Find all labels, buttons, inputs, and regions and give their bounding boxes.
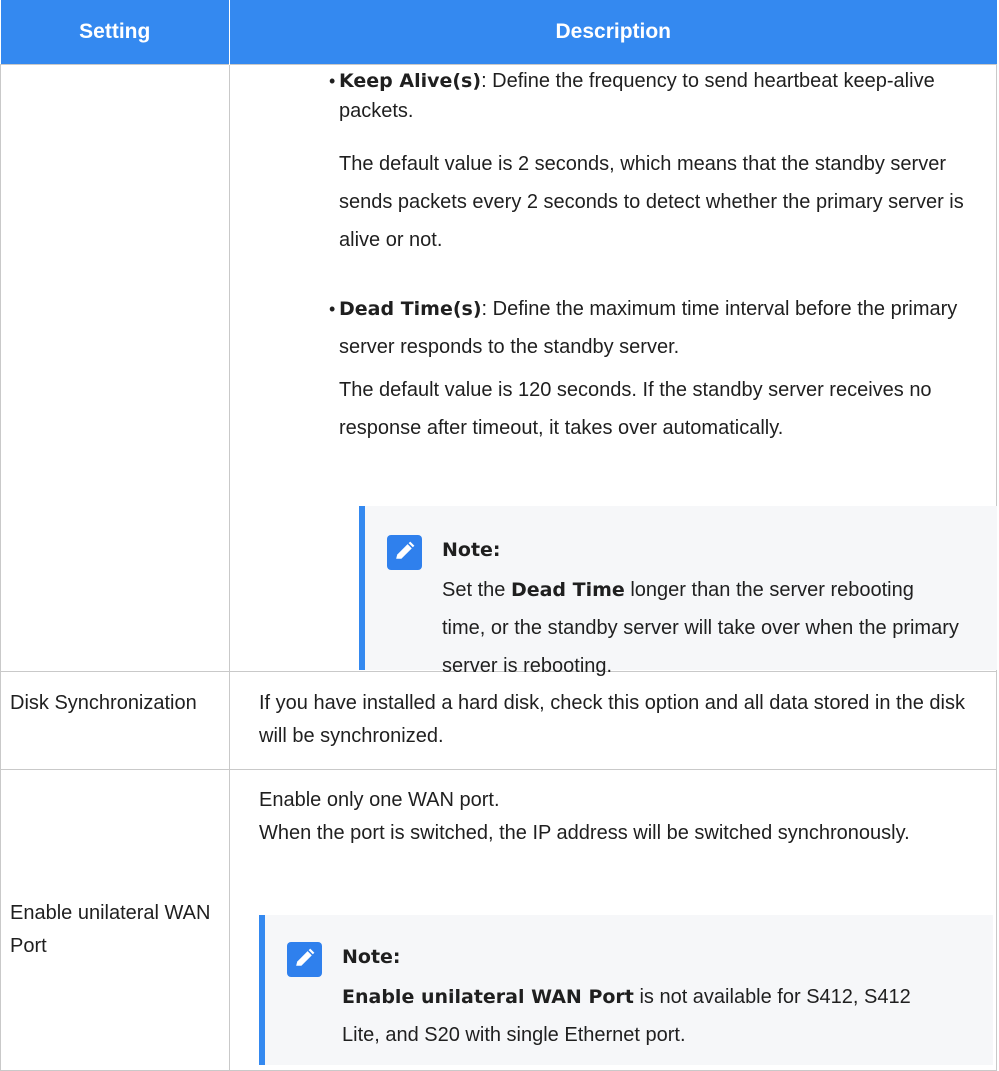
bullet-dot: • bbox=[329, 299, 336, 319]
header-setting: Setting bbox=[0, 0, 230, 65]
note-text-pre: Set the bbox=[442, 579, 511, 601]
note-title: Note: bbox=[342, 946, 401, 968]
note-title: Note: bbox=[442, 539, 501, 561]
description-cell: • Keep Alive(s): Define the frequency to… bbox=[229, 64, 997, 677]
note-body: Enable unilateral WAN Port is not availa… bbox=[342, 978, 942, 1054]
setting-label: Disk Synchronization bbox=[10, 692, 197, 714]
pencil-edit-icon bbox=[387, 535, 422, 570]
note-bold-term: Dead Time bbox=[510, 579, 625, 601]
setting-cell-empty bbox=[0, 64, 230, 672]
keep-alive-detail: The default value is 2 seconds, which me… bbox=[339, 153, 964, 251]
table-row: Disk Synchronization If you have install… bbox=[0, 671, 997, 770]
dead-time-detail: The default value is 120 seconds. If the… bbox=[339, 379, 932, 439]
settings-table: Setting Description • Keep Alive(s): Def… bbox=[0, 0, 997, 1071]
header-description: Description bbox=[229, 0, 997, 65]
setting-label: Enable unilateral WAN Port bbox=[10, 902, 211, 957]
wan-line-1: Enable only one WAN port. bbox=[259, 789, 500, 811]
wan-line-2: When the port is switched, the IP addres… bbox=[259, 822, 910, 844]
note-body: Set the Dead Time longer than the server… bbox=[442, 571, 962, 685]
table-row: • Keep Alive(s): Define the frequency to… bbox=[0, 64, 997, 677]
setting-cell: Enable unilateral WAN Port bbox=[0, 769, 230, 1071]
description-cell: Enable only one WAN port. When the port … bbox=[229, 769, 997, 1071]
note-box: Note: Enable unilateral WAN Port is not … bbox=[259, 915, 993, 1065]
table-header-row: Setting Description bbox=[0, 0, 997, 65]
note-bold-term: Enable unilateral WAN Port bbox=[342, 986, 634, 1008]
bullet-keep-alive: • Keep Alive(s): Define the frequency to… bbox=[329, 66, 994, 126]
pencil-edit-icon bbox=[287, 942, 322, 977]
note-box: Note: Set the Dead Time longer than the … bbox=[359, 506, 997, 677]
page: Setting Description • Keep Alive(s): Def… bbox=[0, 0, 999, 1071]
bullet-dot: • bbox=[329, 71, 336, 91]
term-keep-alive: Keep Alive(s) bbox=[339, 70, 482, 92]
table-row: Enable unilateral WAN Port Enable only o… bbox=[0, 769, 997, 1071]
term-dead-time: Dead Time(s) bbox=[339, 298, 482, 320]
bullet-dead-time: • Dead Time(s): Define the maximum time … bbox=[329, 290, 994, 366]
description-cell: If you have installed a hard disk, check… bbox=[229, 671, 997, 770]
setting-cell: Disk Synchronization bbox=[0, 671, 230, 770]
